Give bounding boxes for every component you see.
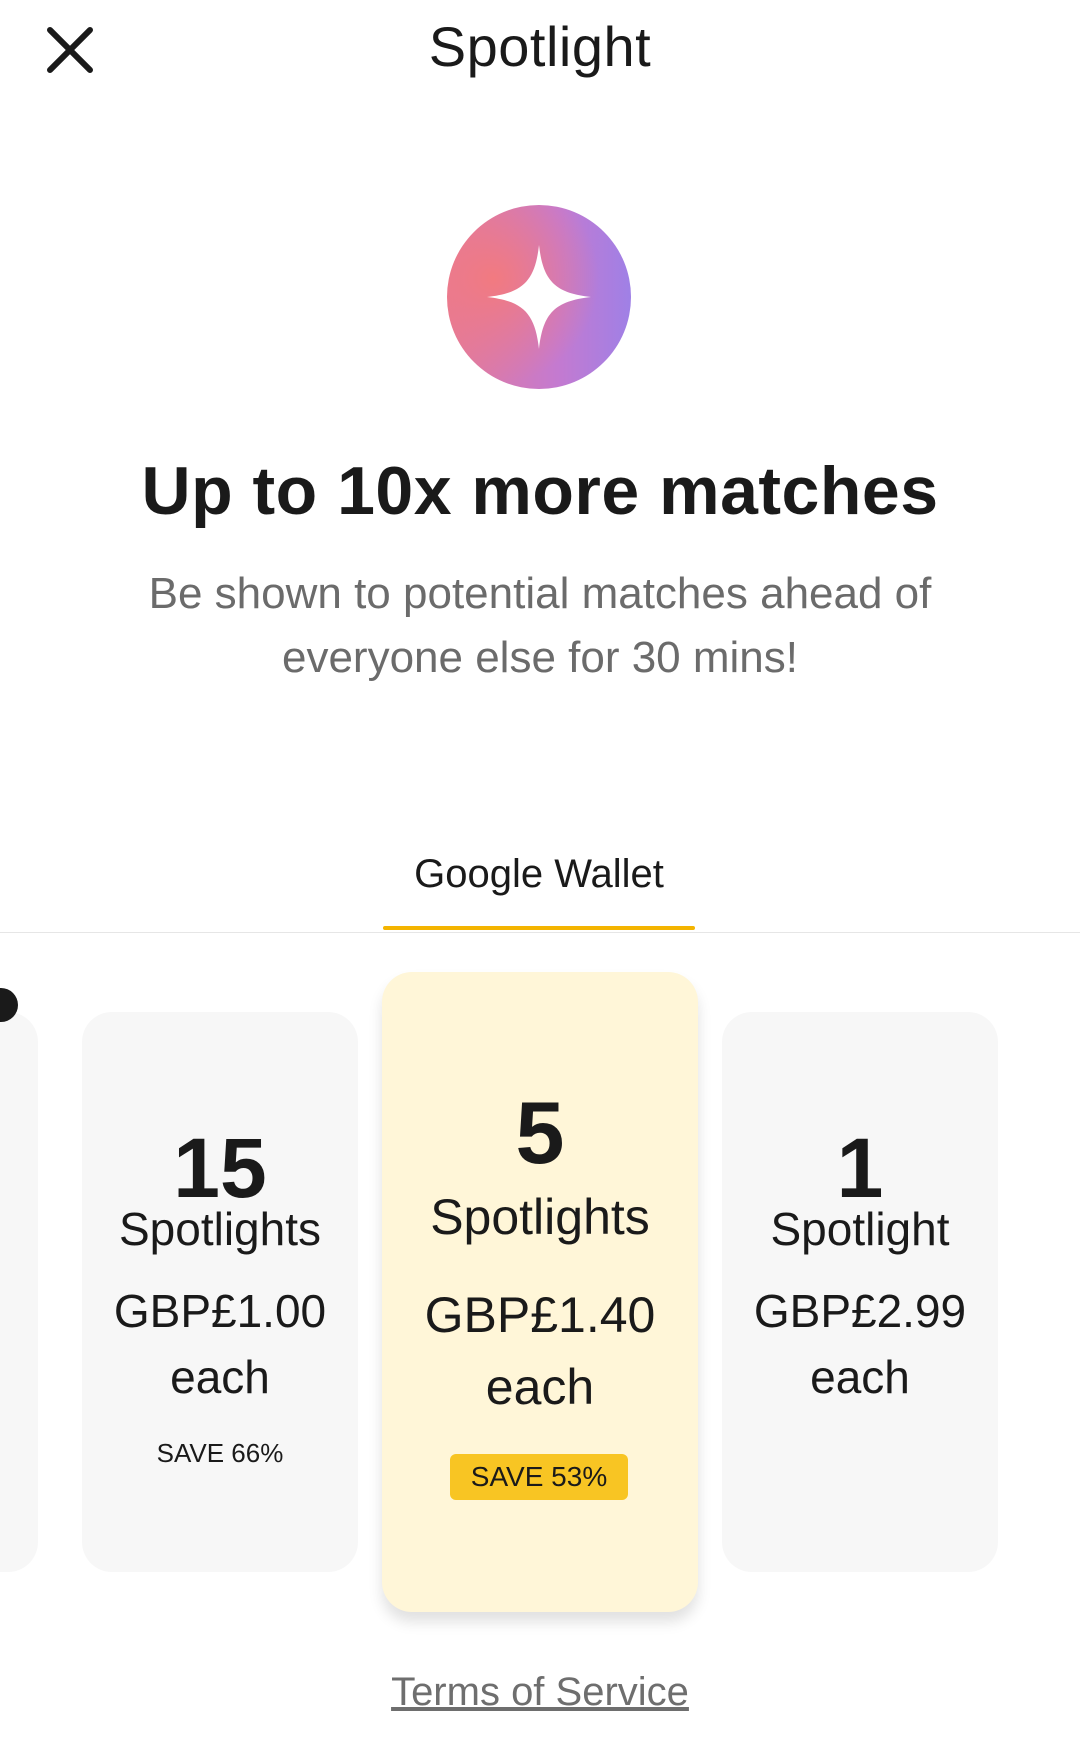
package-unit: Spotlights bbox=[430, 1189, 650, 1245]
tab-underline bbox=[383, 926, 695, 930]
package-price: GBP£2.99 bbox=[753, 1285, 967, 1337]
package-savings-badge: SAVE 53% bbox=[450, 1454, 628, 1500]
spotlight-badge bbox=[447, 205, 631, 389]
subtext: Be shown to potential matches ahead of e… bbox=[148, 569, 932, 682]
package-each: each bbox=[485, 1359, 595, 1415]
package-price: GBP£1.00 bbox=[113, 1285, 327, 1337]
terms-of-service-link[interactable]: Terms of Service bbox=[0, 1670, 1080, 1715]
package-savings: SAVE 66% bbox=[156, 1438, 284, 1468]
package-card-offscreen[interactable] bbox=[0, 1012, 38, 1572]
tab-divider bbox=[0, 932, 1080, 933]
sparkle-icon bbox=[487, 245, 591, 349]
package-each: each bbox=[810, 1351, 910, 1403]
package-card-1[interactable]: 1 Spotlight GBP£2.99 each bbox=[722, 1012, 998, 1572]
headline: Up to 10x more matches bbox=[141, 453, 939, 529]
tab-google-wallet[interactable]: Google Wallet bbox=[383, 852, 695, 897]
package-each: each bbox=[170, 1351, 270, 1403]
package-card-15[interactable]: 15 Spotlights GBP£1.00 each SAVE 66% bbox=[82, 1012, 358, 1572]
package-price: GBP£1.40 bbox=[424, 1287, 656, 1343]
package-unit: Spotlight bbox=[770, 1203, 950, 1255]
page-title: Spotlight bbox=[428, 15, 652, 78]
package-quantity: 5 bbox=[515, 1083, 565, 1182]
package-unit: Spotlights bbox=[118, 1203, 321, 1255]
package-card-5-selected[interactable]: 5 Spotlights GBP£1.40 each SAVE 53% bbox=[382, 972, 698, 1612]
